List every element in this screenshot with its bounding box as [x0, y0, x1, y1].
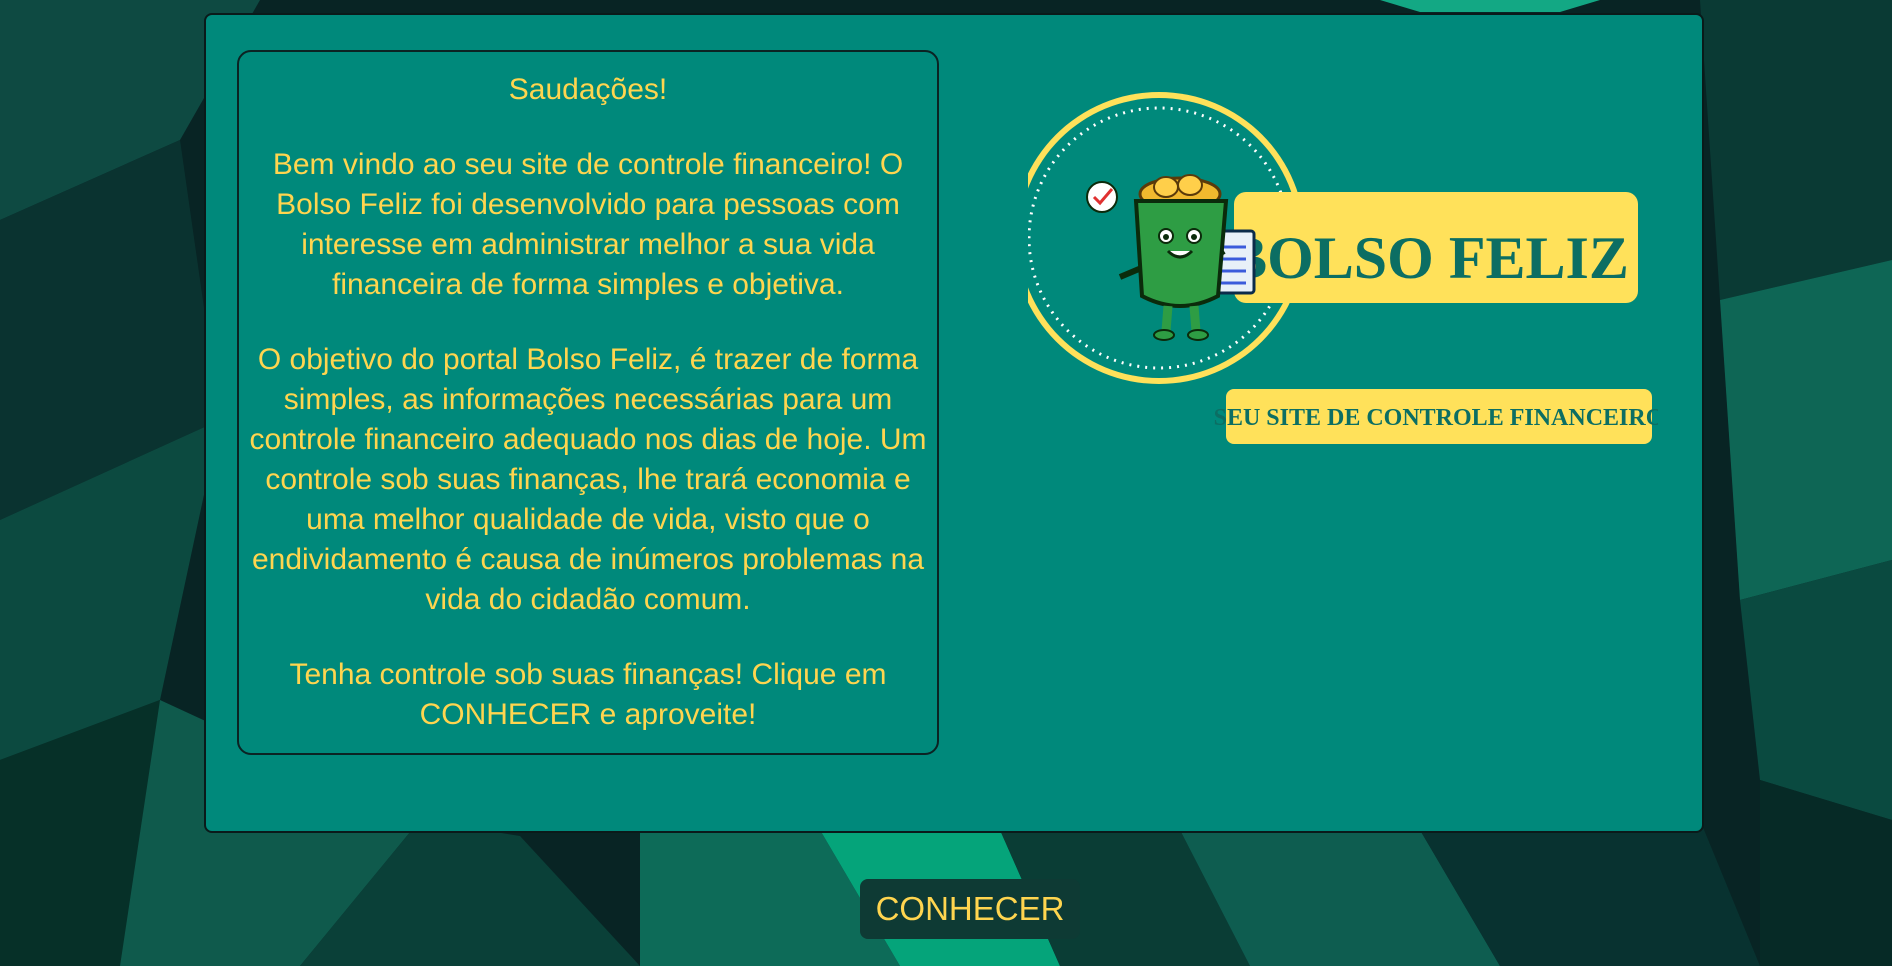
cta-text: Tenha controle sob suas finanças! Clique… — [289, 658, 887, 731]
objective-text: O objetivo do portal Bolso Feliz, é traz… — [249, 343, 927, 616]
conhecer-button[interactable]: CONHECER — [860, 879, 1080, 939]
intro-text: Bem vindo ao seu site de controle financ… — [272, 148, 904, 301]
greeting-text: Saudações! — [508, 73, 668, 106]
bolso-feliz-logo: BOLSO FELIZ SEU SITE DE CONTROLE FINANCE… — [1028, 92, 1658, 444]
logo-title: BOLSO FELIZ — [1227, 225, 1629, 291]
checkmark-bubble-icon — [1086, 181, 1118, 213]
welcome-text-box: Saudações! Bem vindo ao seu site de cont… — [237, 50, 939, 755]
welcome-panel: Saudações! Bem vindo ao seu site de cont… — [204, 13, 1704, 833]
logo-tagline: SEU SITE DE CONTROLE FINANCEIRO — [1214, 405, 1658, 431]
